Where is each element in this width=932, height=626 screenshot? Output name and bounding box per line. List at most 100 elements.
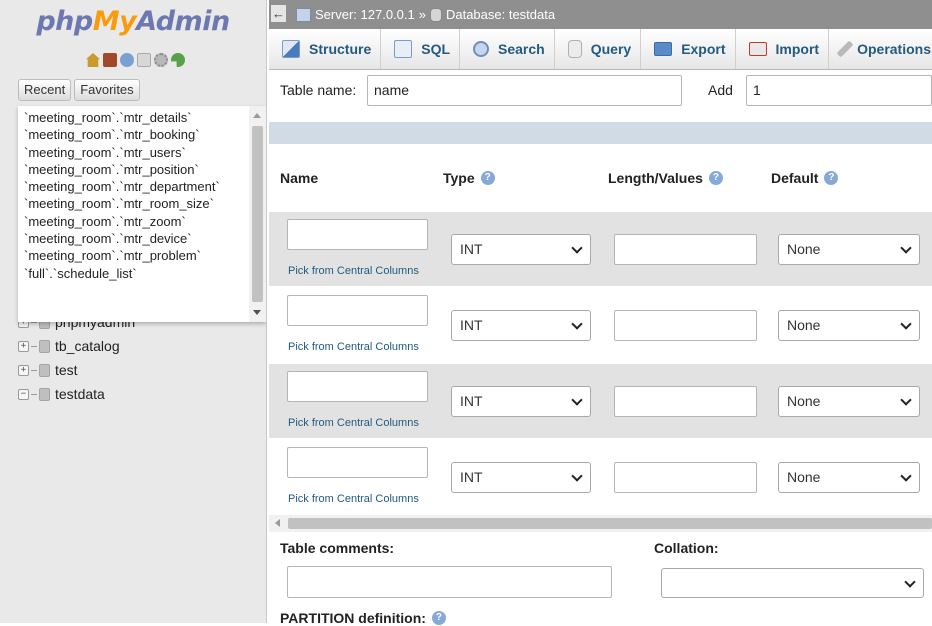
field-default-select[interactable]: None xyxy=(778,386,920,417)
field-name-input[interactable] xyxy=(287,447,428,478)
recent-table-item[interactable]: `meeting_room`.`mtr_zoom` xyxy=(24,213,244,230)
tab-import[interactable]: Import xyxy=(736,29,830,69)
field-length-input[interactable] xyxy=(614,310,757,341)
help-icon[interactable]: ? xyxy=(708,171,723,185)
scroll-down-arrow-icon[interactable] xyxy=(253,310,261,315)
recent-favorites-tabs: Recent Favorites xyxy=(18,79,140,101)
recent-table-item[interactable]: `meeting_room`.`mtr_details` xyxy=(24,109,244,126)
tab-search[interactable]: Search xyxy=(460,29,555,69)
tree-item[interactable]: + test xyxy=(18,358,135,382)
scrollbar-thumb[interactable] xyxy=(288,518,932,529)
field-default-select[interactable]: None xyxy=(778,462,920,493)
chevron-down-icon xyxy=(900,470,912,482)
recent-table-item[interactable]: `meeting_room`.`mtr_room_size` xyxy=(24,195,244,212)
tab-export-label: Export xyxy=(681,41,726,57)
expand-icon[interactable]: + xyxy=(18,340,29,352)
tree-item-label[interactable]: tb_catalog xyxy=(55,338,120,354)
help-icon[interactable]: ? xyxy=(824,171,839,185)
favorites-tab[interactable]: Favorites xyxy=(74,79,140,101)
field-name-input[interactable] xyxy=(287,371,428,402)
logo-text-admin: Admin xyxy=(136,6,230,37)
table-name-label: Table name: xyxy=(280,82,357,98)
navigation-panel: phpMyAdmin Recent Favorites +phpmyadmin+… xyxy=(0,0,267,623)
tab-structure-label: Structure xyxy=(309,41,372,57)
recent-table-item[interactable]: `meeting_room`.`mtr_users` xyxy=(24,144,244,161)
recent-table-item[interactable]: `full`.`schedule_list` xyxy=(24,265,244,282)
recent-table-item[interactable]: `meeting_room`.`mtr_department` xyxy=(24,178,244,195)
add-columns-input[interactable]: 1 xyxy=(746,75,932,106)
table-name-input[interactable]: name xyxy=(367,75,682,106)
field-name-input[interactable] xyxy=(287,219,428,250)
table-comments-input[interactable] xyxy=(287,566,612,598)
breadcrumb-separator: » xyxy=(418,7,426,22)
field-length-input[interactable] xyxy=(614,234,757,265)
field-default-value: None xyxy=(787,469,821,485)
settings-icon[interactable] xyxy=(154,53,168,67)
field-length-input[interactable] xyxy=(614,386,757,417)
field-name-input[interactable] xyxy=(287,295,428,326)
exit-icon[interactable] xyxy=(103,53,117,67)
collapse-navigation-button[interactable]: ← xyxy=(271,5,286,22)
pick-central-columns-link[interactable]: Pick from Central Columns xyxy=(288,417,419,429)
field-row: Pick from Central Columns INT None xyxy=(269,440,932,514)
field-length-input[interactable] xyxy=(614,462,757,493)
recent-tab[interactable]: Recent xyxy=(18,79,72,101)
field-type-select[interactable]: INT xyxy=(451,386,591,417)
table-comments-label: Table comments: xyxy=(280,540,395,556)
reload-icon[interactable] xyxy=(171,53,185,67)
breadcrumb-server-link[interactable]: Server: 127.0.0.1 xyxy=(315,7,415,22)
column-header-length-text: Length/Values xyxy=(608,170,703,186)
search-icon xyxy=(473,41,490,57)
tab-export[interactable]: Export xyxy=(641,29,736,69)
recent-list-scrollbar[interactable] xyxy=(249,106,266,322)
field-type-select[interactable]: INT xyxy=(451,234,591,265)
create-table-form: Table name: name Add 1 Name Type? Length… xyxy=(269,70,932,626)
pick-central-columns-link[interactable]: Pick from Central Columns xyxy=(288,265,419,277)
field-type-select[interactable]: INT xyxy=(451,310,591,341)
chevron-down-icon xyxy=(900,242,912,254)
recent-table-item[interactable]: `meeting_room`.`mtr_position` xyxy=(24,161,244,178)
expand-icon[interactable]: + xyxy=(18,364,29,376)
database-tree: +phpmyadmin+tb_catalog+test−testdata xyxy=(18,310,135,406)
scrollbar-thumb[interactable] xyxy=(252,126,263,302)
pick-central-columns-link[interactable]: Pick from Central Columns xyxy=(288,341,419,353)
field-row: Pick from Central Columns INT None xyxy=(269,288,932,362)
tab-import-label: Import xyxy=(775,41,820,57)
tree-item-label[interactable]: test xyxy=(55,362,78,378)
field-default-value: None xyxy=(787,393,821,409)
help-icon[interactable] xyxy=(120,53,134,67)
recent-tables-list: `meeting_room`.`mtr_details` `meeting_roo… xyxy=(18,106,266,322)
collation-select[interactable] xyxy=(661,568,924,598)
field-type-select[interactable]: INT xyxy=(451,462,591,493)
home-icon[interactable] xyxy=(86,53,100,67)
horizontal-scrollbar[interactable] xyxy=(269,515,932,532)
recent-table-item[interactable]: `meeting_room`.`mtr_problem` xyxy=(24,247,244,264)
tree-item[interactable]: − testdata xyxy=(18,382,135,406)
tab-sql[interactable]: SQL xyxy=(381,29,461,69)
tab-operations[interactable]: Operations xyxy=(829,29,932,69)
collapse-icon[interactable]: − xyxy=(18,388,29,400)
recent-table-item[interactable]: `meeting_room`.`mtr_device` xyxy=(24,230,244,247)
header-bar xyxy=(269,122,932,144)
field-default-select[interactable]: None xyxy=(778,310,920,341)
field-default-select[interactable]: None xyxy=(778,234,920,265)
breadcrumb-database-link[interactable]: Database: testdata xyxy=(446,7,555,22)
main-menu: Structure SQL Search Query Export Import… xyxy=(269,29,932,70)
tab-structure[interactable]: Structure xyxy=(269,29,382,69)
tab-query[interactable]: Query xyxy=(555,29,642,69)
field-row: Pick from Central Columns INT None xyxy=(269,212,932,286)
help-icon[interactable]: ? xyxy=(480,171,495,185)
chevron-down-icon xyxy=(571,394,583,406)
tab-sql-label: SQL xyxy=(421,41,451,57)
partition-definition-label: PARTITION definition:? xyxy=(280,610,446,626)
pick-central-columns-link[interactable]: Pick from Central Columns xyxy=(288,493,419,505)
tree-item[interactable]: + tb_catalog xyxy=(18,334,135,358)
phpmyadmin-logo[interactable]: phpMyAdmin xyxy=(0,6,266,37)
column-header-name-text: Name xyxy=(280,170,319,186)
docs-icon[interactable] xyxy=(137,53,151,67)
scroll-left-arrow-icon[interactable] xyxy=(275,519,280,527)
scroll-up-arrow-icon[interactable] xyxy=(253,113,261,118)
server-icon xyxy=(296,7,311,22)
recent-table-item[interactable]: `meeting_room`.`mtr_booking` xyxy=(24,126,244,143)
tree-item-label[interactable]: testdata xyxy=(55,386,105,402)
